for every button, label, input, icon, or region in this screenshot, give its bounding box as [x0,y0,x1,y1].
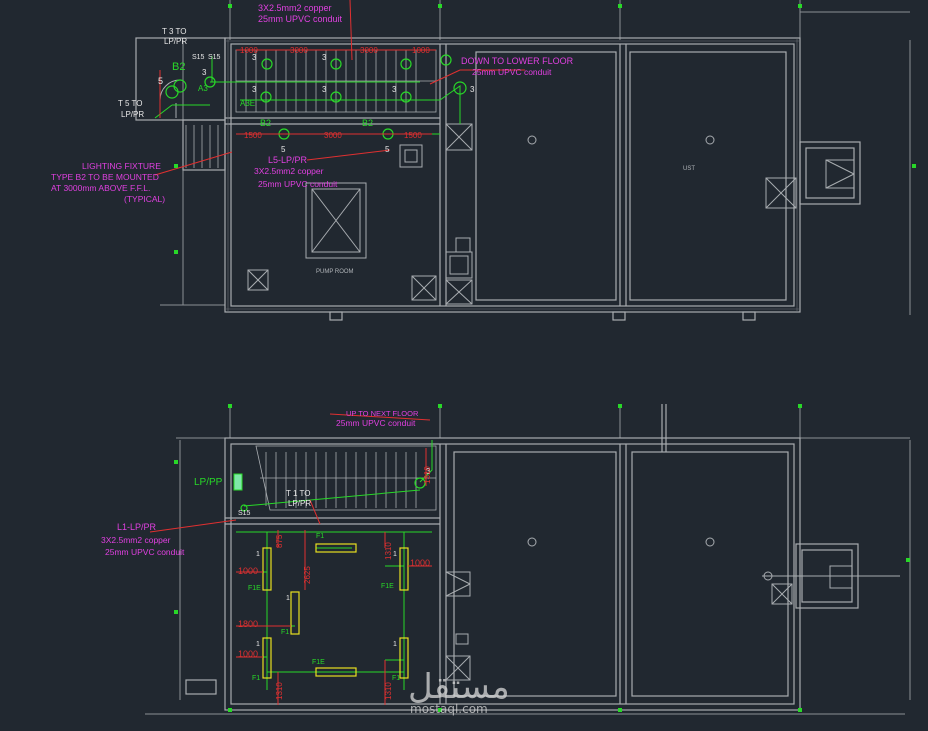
panel-upper-board: LP/PR [164,37,187,46]
fixture-number-1: 3 [202,68,207,77]
note-top-cable-line1: 3X2.5mm2 copper [258,3,332,13]
dim-bottom-2: 1000 [410,558,430,568]
circuit-a3e: A3E [240,99,255,108]
dim-top-4: 1000 [412,46,430,55]
panel-upper-circuit: T 3 TO [162,27,186,36]
note-l1-line2: 3X2.5mm2 copper [101,535,171,545]
dim-bottom-4: 1000 [238,649,258,659]
dim-top-2: 3000 [290,46,308,55]
note-down-line1: DOWN TO LOWER FLOOR [461,56,574,66]
fixture-f1-right: F1 [392,675,400,682]
fixture-number-3: 3 [322,53,327,62]
dim-mid-2: 3000 [324,131,342,140]
fixture-f1e-bottom: F1E [312,659,325,666]
watermark-arabic: مستقل [408,667,510,707]
fixture-f1e-left: F1E [248,585,261,592]
fixture-number-9: 5 [385,145,390,154]
room-label-ust: UST [683,166,695,172]
note-down-line2: 25mm UPVC conduit [472,67,552,77]
dim-bottom-8: 1310 [275,682,284,700]
circuit-a3: A3 [198,84,208,93]
note-up-line2: 25mm UPVC conduit [336,418,416,428]
note-fixture-line2: TYPE B2 TO BE MOUNTED [51,172,159,182]
dim-bottom-3: 1800 [238,619,258,629]
dim-bottom-6: 1310 [384,542,393,560]
fixture-number-8: 5 [281,145,286,154]
room-label-pump-room: PUMP ROOM [316,269,354,275]
switch-label-2: S15 [208,54,221,61]
fixture-number-7: 5 [158,76,163,86]
fixture-number-6: 3 [392,85,397,94]
note-fixture-line4: (TYPICAL) [124,194,165,204]
panel-label-lp-pp: LP/PP [194,477,223,488]
panel-board-lp-pp [233,473,243,491]
note-l5-line2: 3X2.5mm2 copper [254,166,324,176]
cad-drawing: 3X2.5mm2 copper 25mm UPVC conduit T 3 TO… [0,0,928,731]
panel-circuit-t1: T 1 TO [286,489,310,498]
panel-circuit-board: LP/PR [288,499,311,508]
fixture-f1-left: F1 [252,675,260,682]
panel-lower-board: LP/PR [121,110,144,119]
note-fixture-line3: AT 3000mm ABOVE F.F.L. [51,183,150,193]
fixture-number-b1: 1 [256,551,260,558]
fixture-number-5: 3 [322,85,327,94]
fixture-number-b2: 1 [393,551,397,558]
note-fixture-line1: LIGHTING FIXTURE [82,161,161,171]
note-l5-line3: 25mm UPVC conduit [258,179,338,189]
dim-bottom-9: 1310 [423,466,432,484]
dim-bottom-5: 2625 [303,566,312,584]
panel-lower-circuit: T 5 TO [118,99,142,108]
dim-bottom-1: 1000 [238,566,258,576]
fixture-type-b2: B2 [172,61,185,73]
fixture-f1-center: F1 [281,629,289,636]
dim-bottom-7: 1310 [384,682,393,700]
fixture-number-b5: 1 [393,641,397,648]
note-up-line1: UP TO NEXT FLOOR [346,409,419,418]
fixture-f1e-right: F1E [381,583,394,590]
watermark-latin: mostaql.com [410,702,488,716]
fixture-number-b3: 1 [286,595,290,602]
fixture-number-b4: 1 [256,641,260,648]
fixture-f1-top: F1 [316,533,324,540]
switch-label-s15: S15 [238,510,251,517]
dim-top-3: 3000 [360,46,378,55]
b2-fixture-label-2: B2 [362,118,373,128]
switch-label-1: S15 [192,54,205,61]
dim-mid-3: 1500 [404,131,422,140]
fixture-number-4: 3 [252,85,257,94]
note-l5-line1: L5-LP/PR [268,155,308,165]
note-top-cable-line2: 25mm UPVC conduit [258,14,343,24]
dim-bottom-10: 875 [275,534,284,548]
fixture-number-2: 3 [252,53,257,62]
b2-fixture-label-1: B2 [260,118,271,128]
dim-mid-1: 1500 [244,131,262,140]
fixture-number-10: 3 [470,85,475,94]
note-l1-line3: 25mm UPVC conduit [105,547,185,557]
note-l1-line1: L1-LP/PR [117,522,157,532]
